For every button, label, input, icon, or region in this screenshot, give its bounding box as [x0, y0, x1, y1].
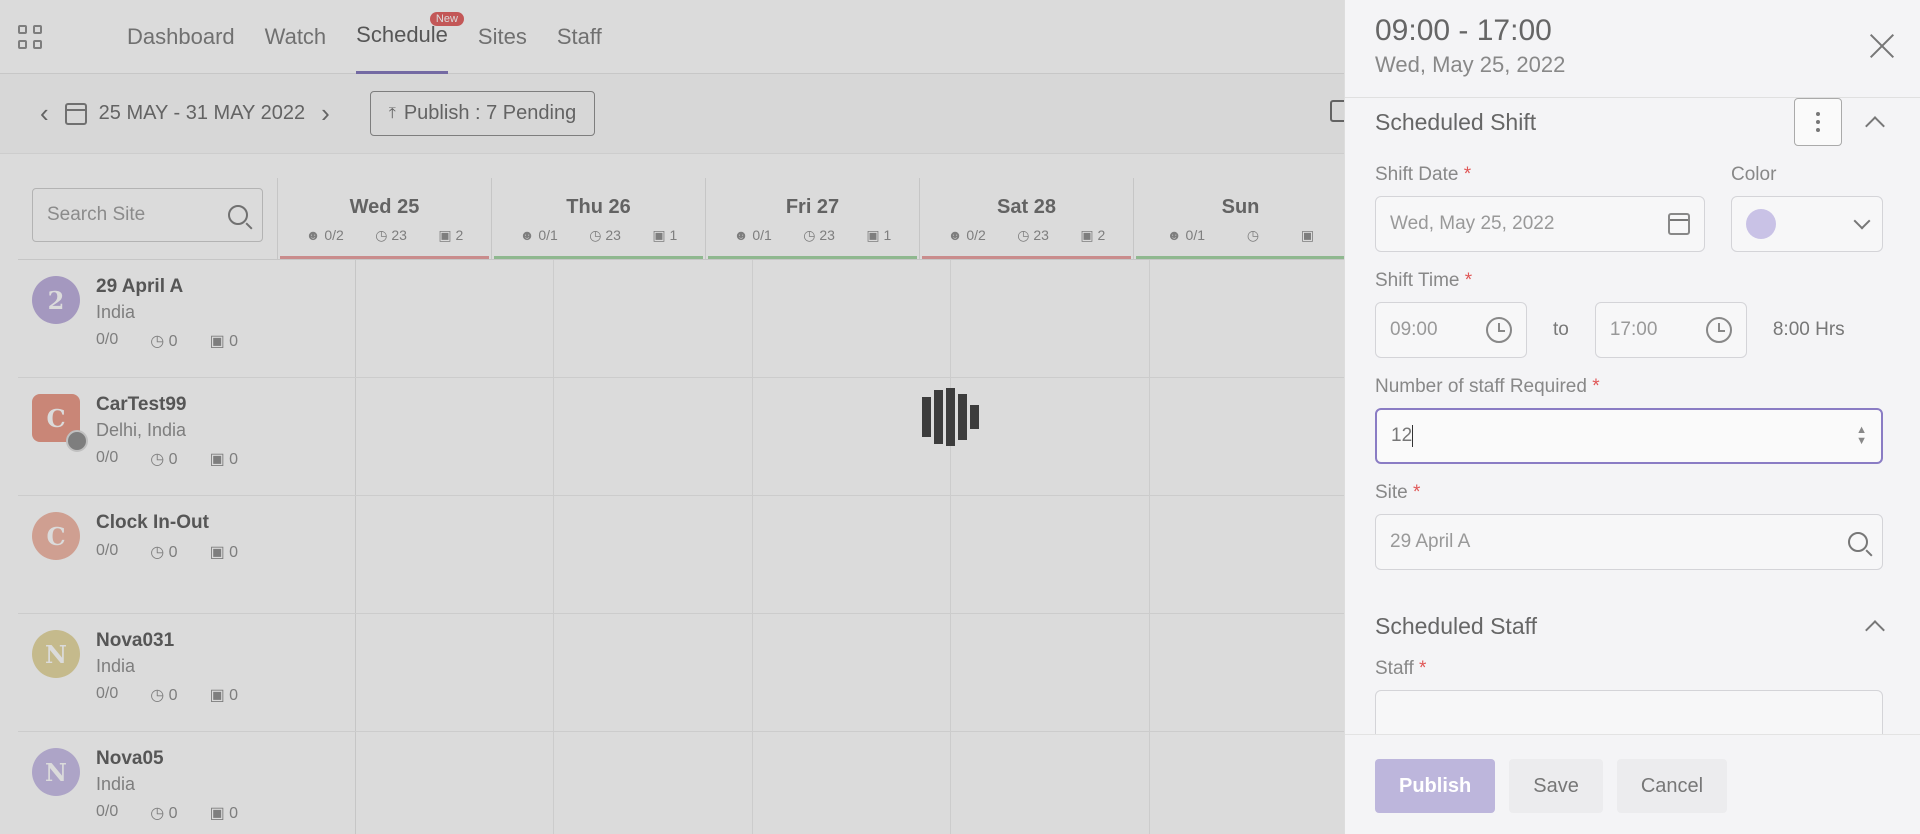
- scheduled-staff-section: Scheduled Staff: [1375, 602, 1890, 650]
- site-value: 29 April A: [1390, 531, 1471, 552]
- end-time-field[interactable]: 17:00: [1594, 302, 1747, 358]
- more-options-icon[interactable]: [1794, 98, 1842, 146]
- shift-date-label: Shift Date *: [1375, 164, 1472, 185]
- staff-required-label: Number of staff Required *: [1375, 376, 1600, 397]
- start-time-value: 09:00: [1390, 319, 1438, 340]
- number-stepper-icon[interactable]: ▲ ▼: [1856, 425, 1867, 447]
- shift-date-field[interactable]: Wed, May 25, 2022: [1375, 196, 1705, 252]
- staff-required-value-wrap: 12: [1391, 424, 1414, 447]
- publish-button[interactable]: Publish: [1375, 759, 1496, 813]
- calendar-icon[interactable]: [1668, 213, 1690, 235]
- scheduled-shift-section: Scheduled Shift: [1375, 98, 1890, 146]
- site-label: Site *: [1375, 482, 1421, 503]
- shift-date-group: Shift Date * Wed, May 25, 2022: [1375, 146, 1705, 252]
- start-time-field[interactable]: 09:00: [1375, 302, 1527, 358]
- drawer-body: Scheduled Shift Shift Date * Wed, May 25…: [1345, 98, 1920, 734]
- drawer-header: 09:00 - 17:00 Wed, May 25, 2022: [1345, 0, 1920, 98]
- scheduled-shift-title: Scheduled Shift: [1375, 108, 1537, 135]
- collapse-chevron-up-icon[interactable]: [1865, 116, 1885, 136]
- drawer-footer: Publish Save Cancel: [1345, 734, 1920, 834]
- color-label: Color: [1731, 164, 1777, 185]
- scheduled-staff-title: Scheduled Staff: [1375, 612, 1537, 639]
- site-field[interactable]: 29 April A: [1375, 514, 1883, 570]
- collapse-chevron-up-icon[interactable]: [1865, 620, 1885, 640]
- staff-label: Staff *: [1375, 658, 1427, 679]
- loading-spinner-icon: [922, 388, 979, 446]
- clock-icon: [1705, 317, 1732, 343]
- color-select[interactable]: [1731, 196, 1883, 252]
- staff-select[interactable]: [1375, 690, 1883, 734]
- loading-overlay: [0, 0, 1344, 834]
- clock-icon: [1486, 317, 1512, 343]
- to-label: to: [1553, 319, 1569, 340]
- close-icon[interactable]: [1866, 30, 1898, 62]
- shift-time-row: 09:00 to 17:00 8:00 Hrs: [1375, 302, 1890, 358]
- chevron-down-icon: [1853, 212, 1871, 230]
- search-icon[interactable]: [1848, 532, 1868, 552]
- color-swatch: [1746, 209, 1776, 239]
- drawer-shift-time: 09:00 - 17:00: [1375, 14, 1552, 47]
- save-button[interactable]: Save: [1509, 759, 1603, 813]
- shift-date-value: Wed, May 25, 2022: [1390, 213, 1555, 234]
- section-actions: [1794, 98, 1890, 146]
- color-group: Color: [1731, 146, 1883, 252]
- staff-required-input[interactable]: 12 ▲ ▼: [1375, 408, 1883, 464]
- duration-label: 8:00 Hrs: [1772, 319, 1845, 340]
- drawer-shift-date: Wed, May 25, 2022: [1375, 52, 1566, 77]
- cancel-button[interactable]: Cancel: [1616, 759, 1728, 813]
- shift-date-row: Shift Date * Wed, May 25, 2022 Color: [1375, 146, 1890, 252]
- staff-required-value: 12: [1391, 425, 1413, 446]
- shift-time-label: Shift Time *: [1375, 270, 1473, 291]
- shift-drawer: 09:00 - 17:00 Wed, May 25, 2022 Schedule…: [1344, 0, 1920, 834]
- end-time-value: 17:00: [1609, 319, 1658, 340]
